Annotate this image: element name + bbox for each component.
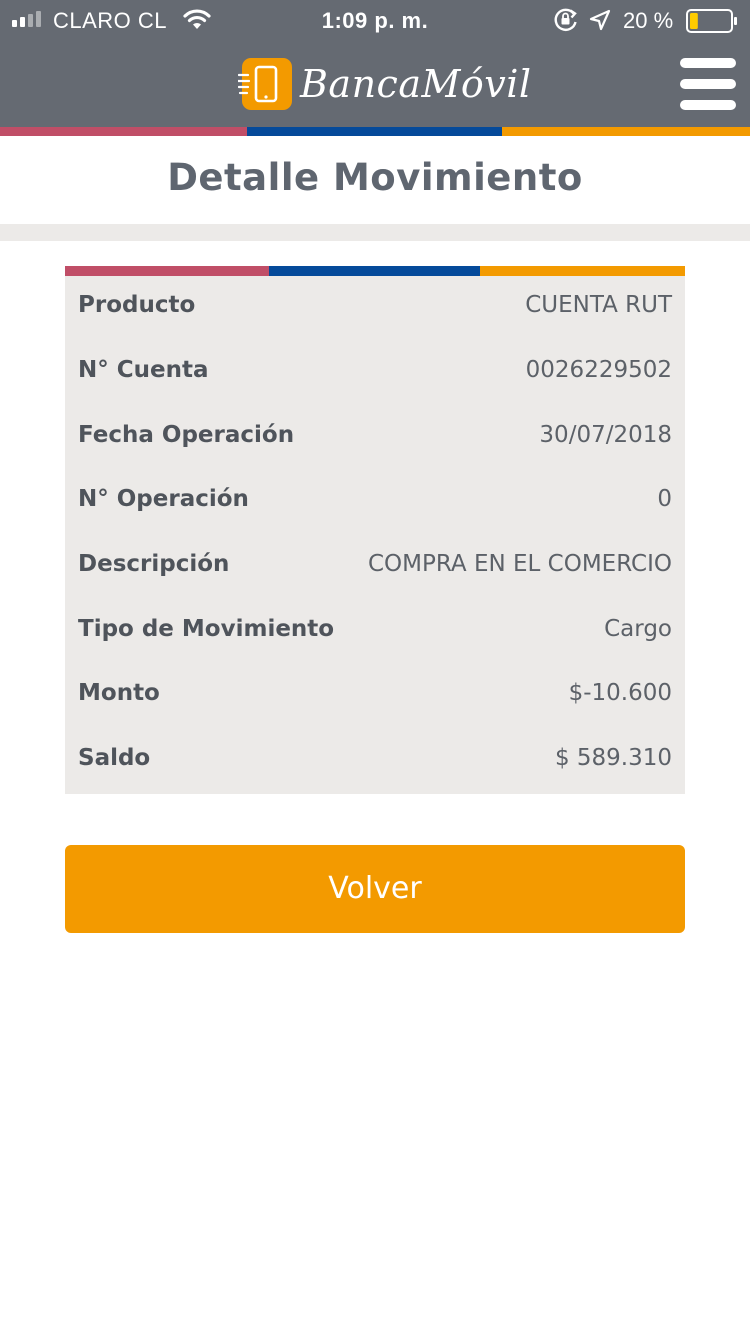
page-title: Detalle Movimiento: [167, 156, 583, 199]
detail-value: 0: [657, 486, 672, 512]
detail-value: Cargo: [604, 616, 672, 642]
detail-label: Fecha Operación: [78, 422, 295, 448]
movement-detail-card: Producto CUENTA RUT N° Cuenta 0026229502…: [65, 276, 685, 794]
phone-icon: [238, 58, 292, 110]
stripe-orange: [502, 127, 750, 136]
back-button[interactable]: Volver: [65, 845, 685, 933]
detail-label: Tipo de Movimiento: [78, 616, 335, 642]
stripe-blue: [269, 266, 480, 276]
detail-value: $-10.600: [568, 680, 672, 706]
detail-value: CUENTA RUT: [525, 292, 672, 318]
detail-row-fecha: Fecha Operación 30/07/2018: [65, 406, 685, 470]
rotation-lock-icon: [554, 8, 577, 31]
battery-percent: 20 %: [623, 8, 674, 33]
status-bar: CLARO CL 1:09 p. m. 20 %: [0, 0, 750, 40]
battery-icon: [686, 9, 737, 33]
detail-row-cuenta: N° Cuenta 0026229502: [65, 341, 685, 405]
detail-value: COMPRA EN EL COMERCIO: [368, 551, 672, 577]
detail-row-producto: Producto CUENTA RUT: [65, 276, 685, 340]
stripe-red: [0, 127, 247, 136]
detail-row-monto: Monto $-10.600: [65, 664, 685, 728]
detail-row-saldo: Saldo $ 589.310: [65, 729, 685, 793]
app-header: CLARO CL 1:09 p. m. 20 % BancaMóvil: [0, 0, 750, 127]
detail-label: Producto: [78, 292, 196, 318]
header-color-stripe: [0, 127, 750, 136]
stripe-blue: [247, 127, 502, 136]
stripe-red: [65, 266, 269, 276]
detail-label: Saldo: [78, 745, 151, 771]
detail-label: N° Cuenta: [78, 357, 209, 383]
detail-row-operacion: N° Operación 0: [65, 470, 685, 534]
detail-label: N° Operación: [78, 486, 249, 512]
detail-row-descripcion: Descripción COMPRA EN EL COMERCIO: [65, 535, 685, 599]
menu-button[interactable]: [680, 58, 738, 112]
detail-label: Descripción: [78, 551, 230, 577]
detail-value: 30/07/2018: [539, 422, 672, 448]
detail-row-tipo: Tipo de Movimiento Cargo: [65, 600, 685, 664]
title-divider: [0, 224, 750, 241]
detail-value: 0026229502: [525, 357, 672, 383]
detail-label: Monto: [78, 680, 160, 706]
card-color-stripe: [65, 266, 685, 276]
detail-value: $ 589.310: [554, 745, 672, 771]
stripe-orange: [480, 266, 685, 276]
location-arrow-icon: [589, 9, 611, 31]
app-logo-text: BancaMóvil: [300, 62, 532, 106]
